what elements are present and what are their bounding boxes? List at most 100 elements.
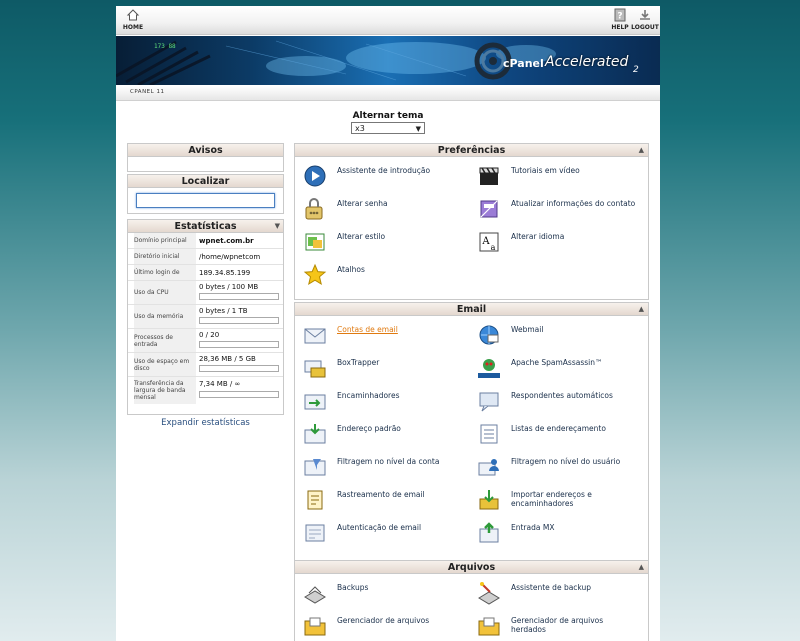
files-item-file-manager[interactable]: Gerenciador de arquivos [295,612,467,638]
help-icon: ? [614,8,626,22]
svg-text:a: a [491,243,496,252]
backup-icon [304,586,326,604]
localizar-box: Localizar [127,174,284,214]
theme-switcher: Alternar tema x3 ▼ [116,111,660,134]
stat-value: /home/wpnetcom [199,253,261,261]
pref-item-update-contact[interactable]: Atualizar informações do contato [469,195,641,221]
email-item-webmail[interactable]: Webmail [469,321,641,347]
cpanel-logo: cPanel Accelerated 2 [473,41,658,81]
stat-value: wpnet.com.br [199,237,254,245]
collapse-triangle-icon[interactable]: ▲ [639,561,644,574]
stat-value: 0 bytes / 1 TB [199,307,248,315]
email-trace-icon [307,490,323,510]
theme-label: Alternar tema [352,111,424,121]
play-icon [304,165,326,187]
email-item-import[interactable]: Importar endereços e encaminhadores [469,486,641,512]
arquivos-panel: Arquivos ▲ Backups Assistente de backup … [294,560,649,641]
pref-item-change-language[interactable]: Aa Alterar idioma [469,228,641,254]
stat-value: 0 bytes / 100 MB [199,283,259,291]
stat-row: Último login de 189.34.85.199 [128,265,283,281]
tab-cpanel[interactable]: CPANEL 11 [130,89,164,95]
files-item-legacy-file-manager[interactable]: Gerenciador de arquivos herdados [469,612,641,638]
forwarder-icon [304,394,326,410]
email-item-boxtrapper[interactable]: BoxTrapper [295,354,467,380]
logout-icon [640,10,650,20]
stat-row: Uso de espaço em disco 28,36 MB / 5 GB [128,353,283,377]
home-button[interactable]: HOME [118,8,148,31]
preferencias-title: Preferências ▲ [295,144,648,157]
star-icon [303,263,327,286]
default-address-icon [304,424,326,444]
theme-select[interactable]: x3 ▼ [351,122,425,134]
pref-item-video-tutorials[interactable]: Tutoriais em vídeo [469,162,641,188]
svg-text:***: *** [310,211,319,218]
collapse-triangle-icon[interactable]: ▼ [275,220,280,233]
logo-product: Accelerated [545,54,629,70]
logout-button[interactable]: LOGOUT [630,8,660,31]
stat-row: Domínio principal wpnet.com.br [128,233,283,249]
usage-bar [199,365,279,372]
email-item-forwarders[interactable]: Encaminhadores [295,387,467,413]
avisos-box: Avisos [127,143,284,172]
preferencias-panel: Preferências ▲ Assistente de introdução … [294,143,649,300]
email-item-user-filtering[interactable]: Filtragem no nível do usuário [469,453,641,479]
usage-bar [199,391,279,398]
dropdown-arrow-icon: ▼ [415,125,421,133]
email-item-default-address[interactable]: Endereço padrão [295,420,467,446]
email-panel: Email ▲ Contas de email Webmail BoxTrapp… [294,302,649,561]
files-item-backups[interactable]: Backups [295,579,467,605]
file-manager-icon [304,617,326,636]
email-item-spamassassin[interactable]: Apache SpamAssassin™ [469,354,641,380]
webmail-icon [479,325,499,345]
arquivos-title: Arquivos ▲ [295,561,648,574]
stat-value: 0 / 20 [199,331,220,339]
mx-entry-icon [479,522,499,543]
pref-item-change-password[interactable]: *** Alterar senha [295,195,467,221]
stat-value: 7,34 MB / ∞ [199,380,241,388]
collapse-triangle-icon[interactable]: ▲ [639,144,644,157]
language-icon: Aa [479,232,499,252]
pref-item-shortcuts[interactable]: Atalhos [295,261,467,287]
envelope-icon [304,328,326,344]
stats-title: Estatísticas ▼ [128,220,283,233]
contact-icon [480,200,498,218]
style-icon [305,233,325,251]
autoresponder-icon [479,392,499,412]
usage-bar [199,317,279,324]
usage-bar [199,341,279,348]
pref-item-change-style[interactable]: Alterar estilo [295,228,467,254]
email-item-autoresponders[interactable]: Respondentes automáticos [469,387,641,413]
collapse-triangle-icon[interactable]: ▲ [639,303,644,316]
pref-item-getting-started[interactable]: Assistente de introdução [295,162,467,188]
home-icon [126,9,140,21]
logo-brand: cPanel [503,57,544,70]
email-item-mailing-lists[interactable]: Listas de endereçamento [469,420,641,446]
expand-stats-link[interactable]: Expandir estatísticas [127,418,284,428]
spamassassin-icon [478,359,500,378]
email-title: Email ▲ [295,303,648,316]
user-filter-icon [478,459,499,476]
email-item-accounts[interactable]: Contas de email [295,321,467,347]
stat-row: Uso da CPU 0 bytes / 100 MB [128,281,283,305]
svg-text:A: A [481,236,490,247]
clapper-icon [479,167,499,185]
email-item-authentication[interactable]: Autenticação de email [295,519,467,545]
password-icon: *** [305,198,323,220]
search-input[interactable] [136,193,275,208]
localizar-title: Localizar [128,175,283,188]
stat-value: 28,36 MB / 5 GB [199,355,256,363]
top-nav: HOME ? HELP LOGOUT [116,6,660,35]
email-item-tracking[interactable]: Rastreamento de email [295,486,467,512]
stat-value: 189.34.85.199 [199,269,251,277]
stat-row: Uso da memória 0 bytes / 1 TB [128,305,283,329]
files-item-backup-wizard[interactable]: Assistente de backup [469,579,641,605]
stat-row: Diretório inicial /home/wpnetcom [128,249,283,265]
email-item-account-filtering[interactable]: Filtragem no nível da conta [295,453,467,479]
backup-wizard-icon [478,582,500,605]
boxtrapper-icon [304,360,326,378]
mailing-list-icon [480,424,498,444]
account-filter-icon [304,459,326,476]
tab-bar: CPANEL 11 [116,86,660,101]
email-item-mx-entry[interactable]: Entrada MX [469,519,641,545]
stat-row: Processos de entrada 0 / 20 [128,329,283,353]
